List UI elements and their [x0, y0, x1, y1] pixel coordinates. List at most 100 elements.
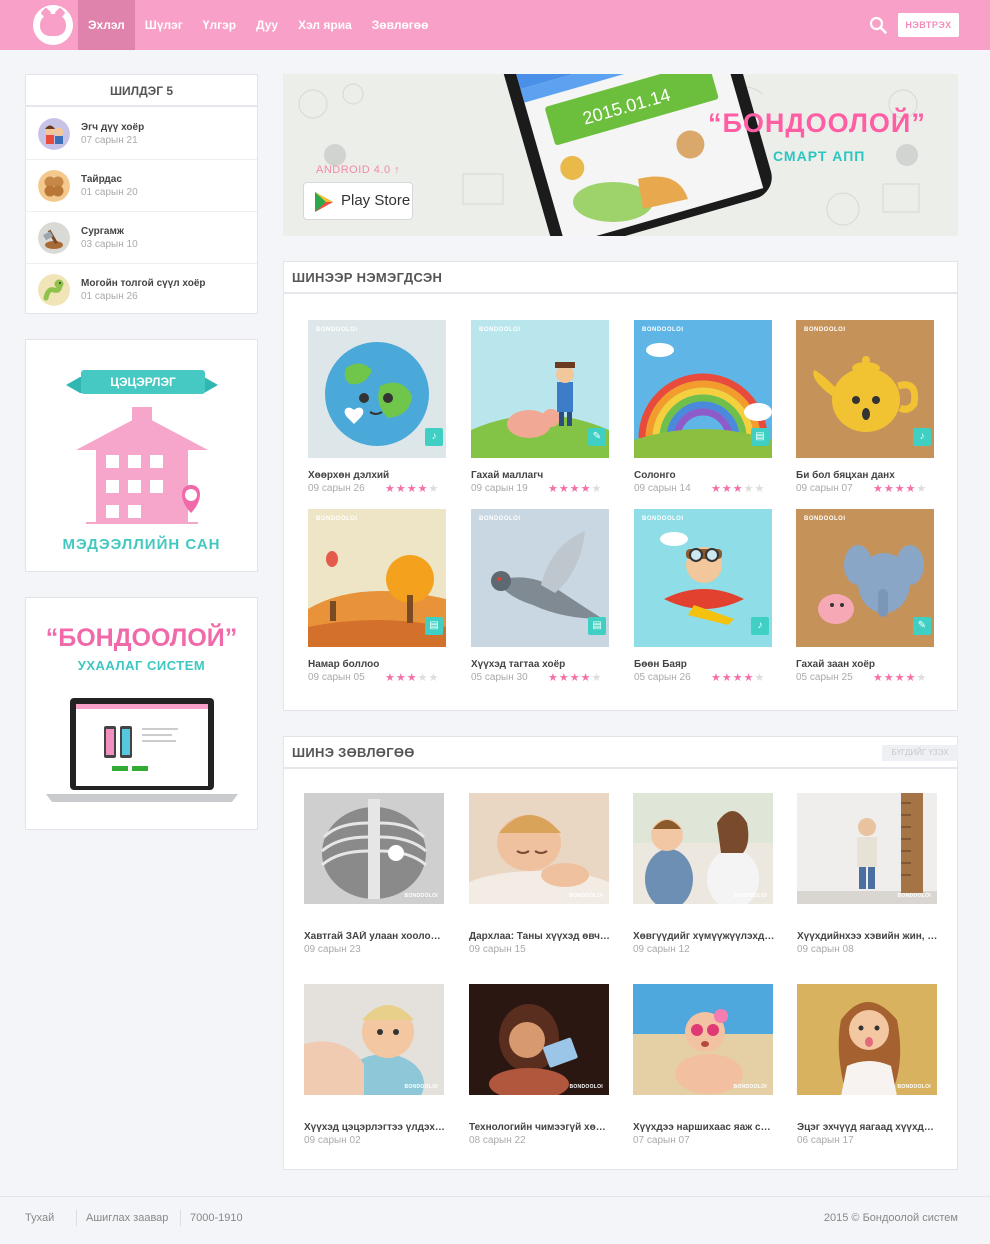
tips-section: ШИНЭ ЗӨВЛӨГӨӨ БҮГДИЙГ ҮЗЭХ BONDOOLOI Хав…	[283, 736, 958, 1170]
star-icon: ★	[916, 483, 928, 495]
star-icon: ★	[580, 672, 592, 684]
top-five-title: ШИЛДЭГ 5	[26, 75, 257, 107]
footer-link-guide[interactable]: Ашиглах заавар	[86, 1212, 168, 1224]
top-navbar: Эхлэл Шүлэг Үлгэр Дуу Хэл яриа Зөвлөгөө …	[0, 0, 990, 50]
footer-phone[interactable]: 7000-1910	[190, 1212, 243, 1224]
rank-item[interactable]: Могойн толгой сүүл хоёр 01 сарын 26	[26, 264, 257, 316]
star-icon: ★	[591, 483, 603, 495]
nav-item-home[interactable]: Эхлэл	[78, 0, 135, 50]
star-icon: ★	[905, 483, 917, 495]
brand-tag: BONDOOLOI	[569, 893, 603, 899]
tip-date: 09 сарын 12	[633, 944, 690, 955]
brand-tag: BONDOOLOI	[733, 893, 767, 899]
rank-item-date: 03 сарын 10	[81, 239, 138, 250]
card-date: 09 сарын 26	[308, 483, 365, 494]
brand-tag: BONDOOLOI	[569, 1084, 603, 1090]
cookies-avatar-icon	[38, 170, 70, 202]
tip-date: 08 сарын 22	[469, 1135, 526, 1146]
footer-link-about[interactable]: Тухай	[25, 1212, 54, 1224]
star-icon: ★	[873, 483, 884, 495]
star-icon: ★	[569, 672, 581, 684]
library-title: МЭДЭЭЛЛИЙН САН	[62, 536, 221, 553]
rank-item[interactable]: Сургамж 03 сарын 10	[26, 212, 257, 264]
star-icon: ★	[558, 483, 570, 495]
star-icon: ★	[417, 672, 429, 684]
top-five-panel: ШИЛДЭГ 5 Эгч дүү хоёр 07 сарын 21 Тайрда…	[25, 74, 258, 314]
star-icon: ★	[721, 483, 733, 495]
girl-tongue-out-photo: BONDOOLOI	[797, 984, 937, 1095]
tip-title: Хавтгай ЗАЙ улаан хоолойг ту...	[304, 931, 446, 942]
star-icon: ★	[395, 483, 407, 495]
play-store-button[interactable]: Play Store	[303, 182, 413, 220]
star-icon: ★	[591, 672, 603, 684]
star-icon: ★	[580, 483, 592, 495]
card-title: Хүүхэд тагтаа хоёр	[471, 659, 566, 670]
search-icon[interactable]	[869, 16, 887, 34]
sleeping-baby-photo: BONDOOLOI	[469, 793, 609, 904]
music-note-icon: ♪	[425, 428, 443, 446]
card-title: Солонго	[634, 470, 676, 481]
login-button[interactable]: НЭВТРЭХ	[898, 13, 959, 37]
star-icon: ★	[873, 672, 884, 684]
tip-date: 09 сарын 08	[797, 944, 854, 955]
tip-date: 09 сарын 02	[304, 1135, 361, 1146]
feather-icon: ✎	[588, 428, 606, 446]
card-title: Намар боллоо	[308, 659, 380, 670]
star-icon: ★	[406, 672, 418, 684]
hero-banner[interactable]: 2015.01.14 ANDROID 4.0 ↑ Play Store “БОН…	[283, 74, 958, 236]
star-icon: ★	[894, 483, 906, 495]
card-title: Хөөрхөн дэлхий	[308, 470, 390, 481]
card-title: Гахай заан хоёр	[796, 659, 876, 670]
sisters-avatar-icon	[38, 118, 70, 150]
brand-tag: BONDOOLOI	[404, 1084, 438, 1090]
autumn-illustration: BONDOOLOI ▤	[308, 509, 446, 647]
library-banner[interactable]: ЦЭЦЭРЛЭГ МЭДЭЭЛЛИЙН САН	[25, 339, 258, 572]
xray-photo: BONDOOLOI	[304, 793, 444, 904]
brand-tag: BONDOOLOI	[642, 516, 684, 522]
brand-tag: BONDOOLOI	[897, 1084, 931, 1090]
star-icon: ★	[428, 483, 440, 495]
tip-date: 06 сарын 17	[797, 1135, 854, 1146]
star-icon: ★	[916, 672, 928, 684]
star-icon: ★	[428, 672, 440, 684]
star-icon: ★	[743, 672, 755, 684]
card-title: Гахай маллагч	[471, 470, 544, 481]
cat-logo-icon[interactable]	[33, 5, 73, 45]
brand-tag: BONDOOLOI	[897, 893, 931, 899]
card-date: 05 сарын 26	[634, 672, 691, 683]
star-icon: ★	[558, 672, 570, 684]
pig-elephant-illustration: BONDOOLOI ✎	[796, 509, 934, 647]
nav-item-speech[interactable]: Хэл яриа	[288, 0, 362, 50]
brand-tag: BONDOOLOI	[479, 516, 521, 522]
tip-date: 07 сарын 07	[633, 1135, 690, 1146]
star-icon: ★	[754, 483, 766, 495]
hero-next-arrow-icon[interactable]	[896, 144, 918, 166]
star-icon: ★	[385, 672, 396, 684]
card-date: 09 сарын 05	[308, 672, 365, 683]
rating-stars: ★★★★★	[548, 482, 602, 495]
star-icon: ★	[754, 672, 766, 684]
tip-date: 09 сарын 23	[304, 944, 361, 955]
nav-item-poems[interactable]: Шүлэг	[135, 0, 193, 50]
see-all-button[interactable]: БҮГДИЙГ ҮЗЭХ	[882, 745, 958, 761]
rank-item[interactable]: Эгч дүү хоёр 07 сарын 21	[26, 108, 257, 160]
card-date: 05 сарын 30	[471, 672, 528, 683]
nav-item-advice[interactable]: Зөвлөгөө	[362, 0, 439, 50]
system-banner[interactable]: “БОНДООЛОЙ” УХААЛАГ СИСТЕМ	[25, 597, 258, 830]
card-title: Би бол бяцхан данх	[796, 470, 895, 481]
laptop-icon	[46, 698, 238, 802]
rank-item-name: Сургамж	[81, 226, 124, 237]
brand-tag: BONDOOLOI	[804, 327, 846, 333]
star-icon: ★	[883, 483, 895, 495]
axe-log-avatar-icon	[38, 222, 70, 254]
pig-farmer-illustration: BONDOOLOI ✎	[471, 320, 609, 458]
rank-item[interactable]: Тайрдас 01 сарын 20	[26, 160, 257, 212]
tips-title: ШИНЭ ЗӨВЛӨГӨӨ	[284, 737, 957, 769]
brand-tag: BONDOOLOI	[316, 516, 358, 522]
rank-item-name: Тайрдас	[81, 174, 122, 185]
nav-item-tales[interactable]: Үлгэр	[193, 0, 246, 50]
hugging-child-photo: BONDOOLOI	[304, 984, 444, 1095]
rating-stars: ★★★★★	[873, 671, 927, 684]
music-note-icon: ♪	[913, 428, 931, 446]
nav-item-songs[interactable]: Дуу	[246, 0, 288, 50]
